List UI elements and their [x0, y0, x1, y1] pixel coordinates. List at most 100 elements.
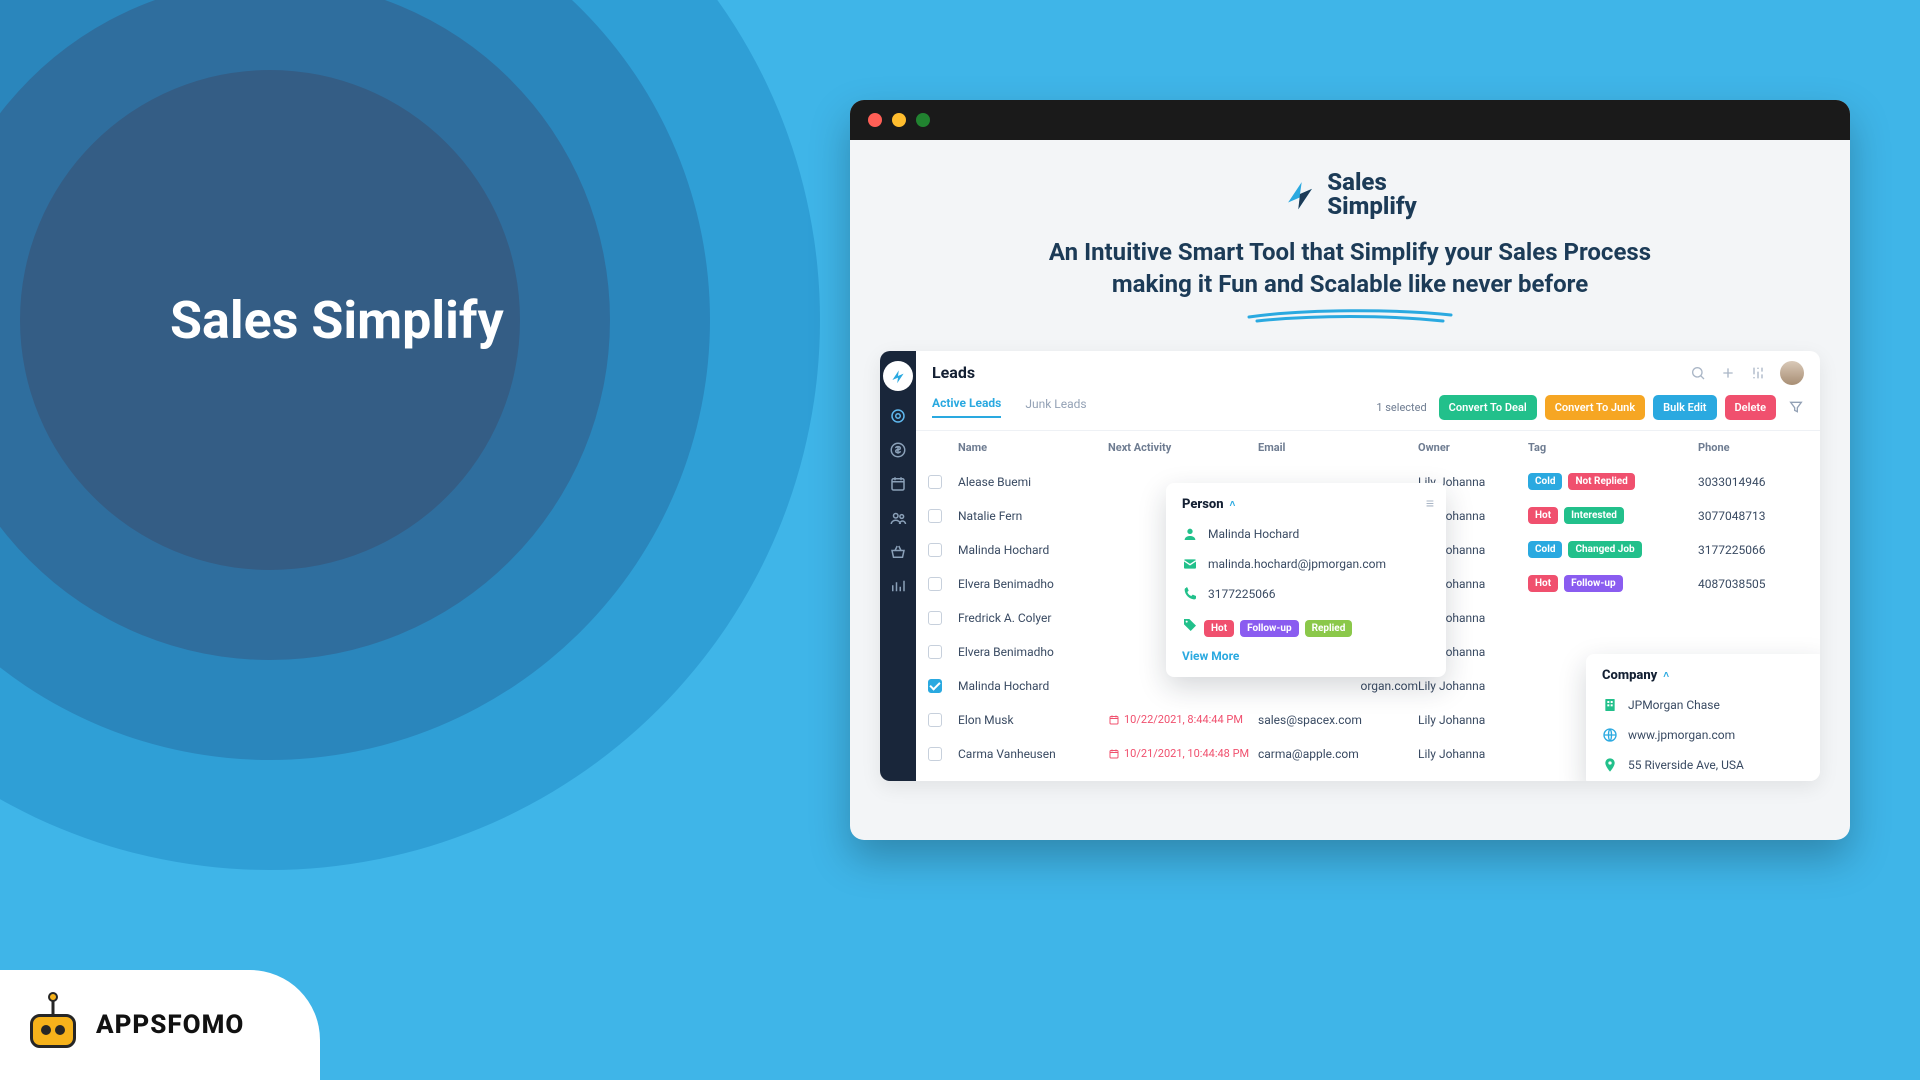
col-name[interactable]: Name: [958, 441, 1108, 454]
card-menu-icon[interactable]: ≡: [1426, 495, 1434, 512]
window-zoom-icon[interactable]: [916, 113, 930, 127]
tag-chip: Changed Job: [1568, 541, 1641, 558]
convert-to-deal-button[interactable]: Convert To Deal: [1439, 395, 1537, 420]
cell-name: Elvera Benimadho: [958, 645, 1108, 659]
tag-chip: Hot: [1528, 507, 1558, 524]
robot-icon: [24, 996, 82, 1054]
tag-chip: Replied: [1305, 620, 1353, 637]
col-tag[interactable]: Tag: [1528, 441, 1698, 454]
cell-activity: 10/22/2021, 8:44:44 PM: [1108, 713, 1258, 726]
window-titlebar: [850, 100, 1850, 140]
convert-to-junk-button[interactable]: Convert To Junk: [1545, 395, 1645, 420]
tag-chip: Not Replied: [1568, 473, 1634, 490]
cell-tags: Hot Follow-up: [1528, 575, 1698, 592]
tag-icon: [1182, 617, 1198, 633]
person-tags: HotFollow-upReplied: [1182, 616, 1430, 635]
chevron-up-icon[interactable]: ˄: [1230, 499, 1236, 510]
tab-active-leads[interactable]: Active Leads: [932, 396, 1001, 418]
row-checkbox[interactable]: [928, 509, 942, 523]
company-name: JPMorgan Chase: [1628, 698, 1720, 712]
sidebar-basket-icon[interactable]: [889, 543, 907, 561]
person-phone: 3177225066: [1208, 587, 1275, 601]
cell-owner: Lily Johanna: [1418, 713, 1528, 727]
cell-owner: Lily Johanna: [1418, 679, 1528, 693]
row-checkbox[interactable]: [928, 543, 942, 557]
sliders-icon[interactable]: [1750, 365, 1766, 381]
plus-icon[interactable]: [1720, 365, 1736, 381]
person-name: Malinda Hochard: [1208, 527, 1299, 541]
underline-scribble-icon: [1245, 307, 1455, 325]
window-close-icon[interactable]: [868, 113, 882, 127]
tag-chip: Cold: [1528, 541, 1562, 558]
screenshot-panel: Sales Simplify An Intuitive Smart Tool t…: [850, 100, 1850, 840]
row-checkbox[interactable]: [928, 713, 942, 727]
cell-name: Natalie Fern: [958, 509, 1108, 523]
cell-name: Elon Musk: [958, 713, 1108, 727]
tagline-line-1: An Intuitive Smart Tool that Simplify yo…: [1049, 238, 1651, 266]
globe-icon: [1602, 727, 1618, 743]
tag-chip: Interested: [1564, 507, 1624, 524]
main-pane: Leads Active Leads Junk Leads 1 selected…: [916, 351, 1820, 781]
sidebar-people-icon[interactable]: [889, 509, 907, 527]
col-activity[interactable]: Next Activity: [1108, 441, 1258, 454]
company-address: 55 Riverside Ave, USA: [1628, 758, 1744, 772]
search-icon[interactable]: [1690, 365, 1706, 381]
logo-text-top: Sales: [1327, 170, 1416, 194]
avatar[interactable]: [1780, 361, 1804, 385]
cell-name: Alease Buemi: [958, 475, 1108, 489]
building-icon: [1602, 697, 1618, 713]
person-card: Person ˄ ≡ Malinda Hochard malinda.hocha…: [1166, 483, 1446, 677]
tabs-row: Active Leads Junk Leads 1 selected Conve…: [916, 391, 1820, 431]
sidebar-chart-icon[interactable]: [889, 577, 907, 595]
filter-icon[interactable]: [1788, 399, 1804, 415]
row-checkbox[interactable]: [928, 679, 942, 693]
bulk-edit-button[interactable]: Bulk Edit: [1653, 395, 1716, 420]
cell-name: Elvera Benimadho: [958, 577, 1108, 591]
cell-phone: 3077048713: [1698, 509, 1808, 523]
tag-chip: Hot: [1528, 575, 1558, 592]
row-checkbox[interactable]: [928, 747, 942, 761]
company-card: Company ˄ JPMorgan Chase www.jpmorgan.co…: [1586, 654, 1820, 781]
sidebar-calendar-icon[interactable]: [889, 475, 907, 493]
row-checkbox[interactable]: [928, 645, 942, 659]
cell-phone: 4087038505: [1698, 577, 1808, 591]
col-owner[interactable]: Owner: [1418, 441, 1528, 454]
view-more-link[interactable]: View More: [1182, 649, 1430, 663]
sidebar: [880, 351, 916, 781]
sidebar-dollar-icon[interactable]: [889, 441, 907, 459]
selected-count: 1 selected: [1376, 401, 1426, 414]
window-minimize-icon[interactable]: [892, 113, 906, 127]
col-email[interactable]: Email: [1258, 441, 1418, 454]
tagline: An Intuitive Smart Tool that Simplify yo…: [880, 236, 1820, 301]
row-checkbox[interactable]: [928, 611, 942, 625]
pin-icon: [1602, 757, 1618, 773]
mail-icon: [1182, 556, 1198, 572]
logo-mark-icon: [1283, 177, 1317, 211]
sidebar-logo-icon[interactable]: [883, 361, 913, 391]
cell-activity: 10/21/2021, 10:44:48 PM: [1108, 747, 1258, 760]
sidebar-target-icon[interactable]: [889, 407, 907, 425]
col-phone[interactable]: Phone: [1698, 441, 1808, 454]
company-card-title: Company ˄: [1602, 668, 1810, 683]
cell-tags: Hot Interested: [1528, 507, 1698, 524]
brand-badge: APPSFOMO: [0, 970, 320, 1080]
row-checkbox[interactable]: [928, 475, 942, 489]
tag-chip: Hot: [1204, 620, 1234, 637]
row-checkbox[interactable]: [928, 577, 942, 591]
tag-chip: Follow-up: [1564, 575, 1622, 592]
company-url: www.jpmorgan.com: [1628, 728, 1735, 742]
table-header: Name Next Activity Email Owner Tag Phone: [916, 431, 1820, 465]
chevron-up-icon[interactable]: ˄: [1663, 670, 1669, 681]
person-card-title: Person ˄: [1182, 497, 1430, 512]
cell-phone: 3177225066: [1698, 543, 1808, 557]
cell-owner: Lily Johanna: [1418, 747, 1528, 761]
tagline-line-2: making it Fun and Scalable like never be…: [1112, 270, 1588, 298]
cell-tags: Cold Changed Job: [1528, 541, 1698, 558]
cell-name: Malinda Hochard: [958, 543, 1108, 557]
cell-tags: ColdNot Replied: [1528, 473, 1698, 490]
delete-button[interactable]: Delete: [1725, 395, 1776, 420]
phone-icon: [1182, 586, 1198, 602]
cell-name: Carma Vanheusen: [958, 747, 1108, 761]
cell-name: Malinda Hochard: [958, 679, 1108, 693]
tab-junk-leads[interactable]: Junk Leads: [1025, 397, 1086, 417]
